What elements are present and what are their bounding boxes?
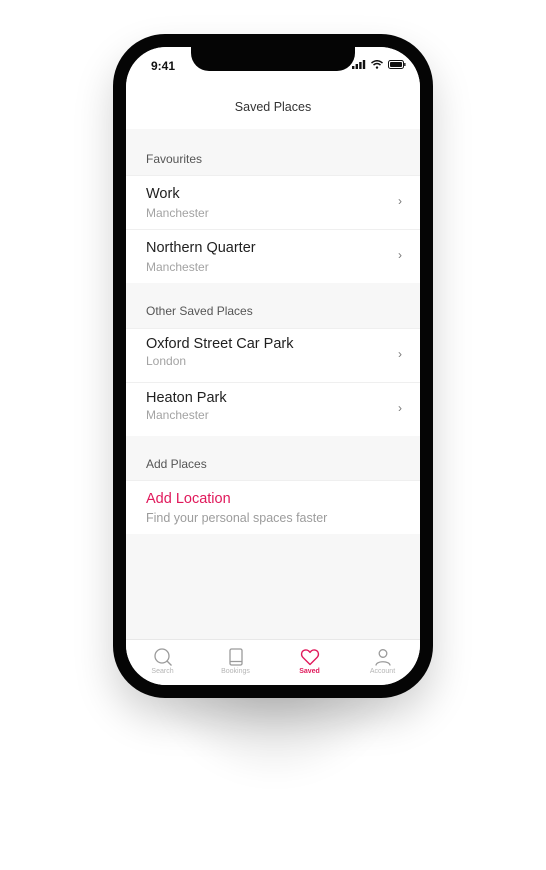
section-label-add: Add Places bbox=[146, 457, 207, 471]
place-title: Northern Quarter bbox=[146, 240, 256, 256]
section-label-other: Other Saved Places bbox=[146, 304, 253, 318]
user-icon bbox=[374, 649, 391, 666]
place-title: Work bbox=[146, 186, 180, 202]
tab-account[interactable]: Account bbox=[346, 640, 419, 685]
battery-icon bbox=[388, 60, 406, 69]
page-title: Saved Places bbox=[234, 100, 312, 114]
place-subtitle: Manchester bbox=[146, 260, 209, 274]
add-location-row[interactable]: Add Location Find your personal spaces f… bbox=[126, 480, 420, 534]
section-label-favourites: Favourites bbox=[146, 152, 203, 166]
signal-icon bbox=[352, 60, 366, 69]
saved-place-row[interactable]: Work Manchester › bbox=[126, 175, 420, 229]
place-subtitle: Manchester bbox=[146, 408, 209, 422]
place-title: Oxford Street Car Park bbox=[146, 336, 294, 352]
heart-icon bbox=[300, 649, 319, 666]
status-icons bbox=[352, 60, 406, 69]
chevron-right-icon: › bbox=[398, 194, 402, 208]
tab-bar: Search Bookings Saved Account bbox=[126, 639, 420, 685]
wifi-icon bbox=[371, 60, 383, 69]
book-icon bbox=[228, 648, 243, 666]
status-time: 9:41 bbox=[151, 59, 176, 73]
tab-label: Account bbox=[369, 668, 396, 675]
tab-label: Saved bbox=[299, 668, 320, 675]
notch bbox=[191, 47, 355, 71]
saved-place-row[interactable]: Northern Quarter Manchester › bbox=[126, 229, 420, 283]
add-location-hint: Find your personal spaces faster bbox=[146, 511, 328, 525]
place-subtitle: London bbox=[146, 354, 187, 368]
place-title: Heaton Park bbox=[146, 390, 227, 406]
saved-place-row[interactable]: Oxford Street Car Park London › bbox=[126, 328, 420, 382]
tab-bookings[interactable]: Bookings bbox=[199, 640, 272, 685]
place-subtitle: Manchester bbox=[146, 206, 209, 220]
stage: 9:41 Saved Places Favourites Work Manche… bbox=[0, 0, 546, 870]
phone-frame: 9:41 Saved Places Favourites Work Manche… bbox=[113, 34, 433, 698]
saved-place-row[interactable]: Heaton Park Manchester › bbox=[126, 382, 420, 436]
tab-label: Bookings bbox=[221, 668, 250, 675]
nav-header: Saved Places bbox=[126, 87, 420, 129]
search-icon bbox=[153, 648, 172, 666]
chevron-right-icon: › bbox=[398, 248, 402, 262]
chevron-right-icon: › bbox=[398, 401, 402, 415]
add-location-label: Add Location bbox=[146, 491, 231, 507]
tab-saved[interactable]: Saved bbox=[273, 640, 346, 685]
phone-screen: 9:41 Saved Places Favourites Work Manche… bbox=[126, 47, 420, 685]
tab-search[interactable]: Search bbox=[126, 640, 199, 685]
tab-label: Search bbox=[151, 668, 174, 675]
chevron-right-icon: › bbox=[398, 347, 402, 361]
